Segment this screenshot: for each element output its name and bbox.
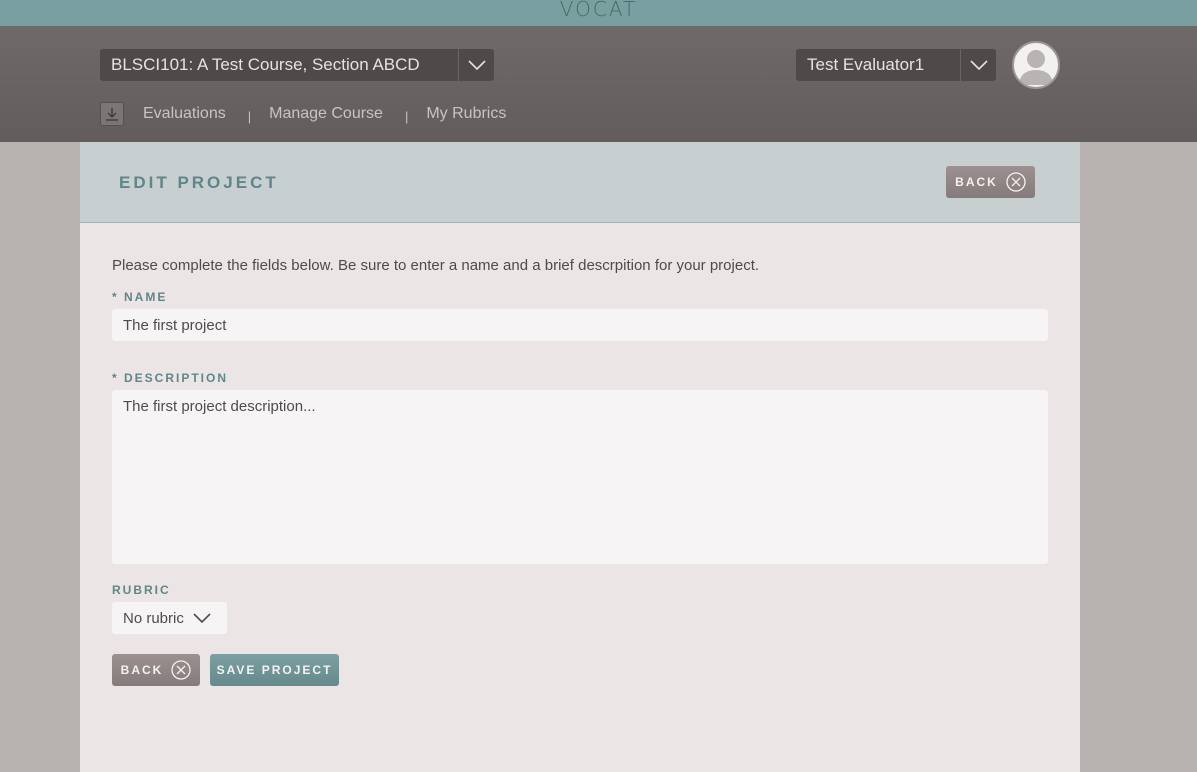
app-logo[interactable]: VOCAT [560,0,637,21]
rubric-label: RUBRIC [112,583,171,597]
description-label: * DESCRIPTION [112,371,229,385]
name-label: * NAME [112,290,168,304]
panel-header: EDIT PROJECT BACK [80,142,1080,223]
main-nav: Evaluations | Manage Course | My Rubrics [100,101,506,127]
form-instructions: Please complete the fields below. Be sur… [112,257,760,274]
top-bar: VOCAT [0,0,1197,26]
close-circle-icon [171,660,191,680]
footer-back-label: BACK [120,663,164,677]
nav-item-evaluations[interactable]: Evaluations [143,105,226,123]
chevron-down-icon[interactable] [458,49,494,81]
nav-separator: | [247,108,252,124]
chevron-down-icon [193,613,211,623]
save-project-button[interactable]: SAVE PROJECT [210,654,339,686]
course-select[interactable]: BLSCI101: A Test Course, Section ABCD [100,49,494,81]
rubric-select-value: No rubric [123,609,184,627]
rubric-select[interactable]: No rubric [112,602,227,634]
back-button-label: BACK [955,175,998,189]
user-select-value: Test Evaluator1 [807,55,925,74]
nav-separator: | [404,108,409,124]
save-project-label: SAVE PROJECT [216,663,333,677]
user-avatar-icon[interactable] [1012,41,1060,89]
name-input[interactable]: The first project [112,309,1048,341]
edit-project-panel: EDIT PROJECT BACK Please complete the fi… [80,142,1080,772]
chevron-down-icon[interactable] [960,49,996,81]
nav-item-manage-course[interactable]: Manage Course [269,105,383,123]
close-circle-icon [1006,172,1026,192]
user-select[interactable]: Test Evaluator1 [796,49,996,81]
course-select-value: BLSCI101: A Test Course, Section ABCD [111,55,420,74]
page-title: EDIT PROJECT [119,173,279,192]
download-icon[interactable] [100,102,124,126]
footer-back-button[interactable]: BACK [112,654,200,686]
back-button[interactable]: BACK [946,166,1035,198]
nav-item-my-rubrics[interactable]: My Rubrics [426,105,506,123]
description-textarea[interactable]: The first project description... [112,390,1048,564]
header: BLSCI101: A Test Course, Section ABCD Te… [0,26,1197,142]
